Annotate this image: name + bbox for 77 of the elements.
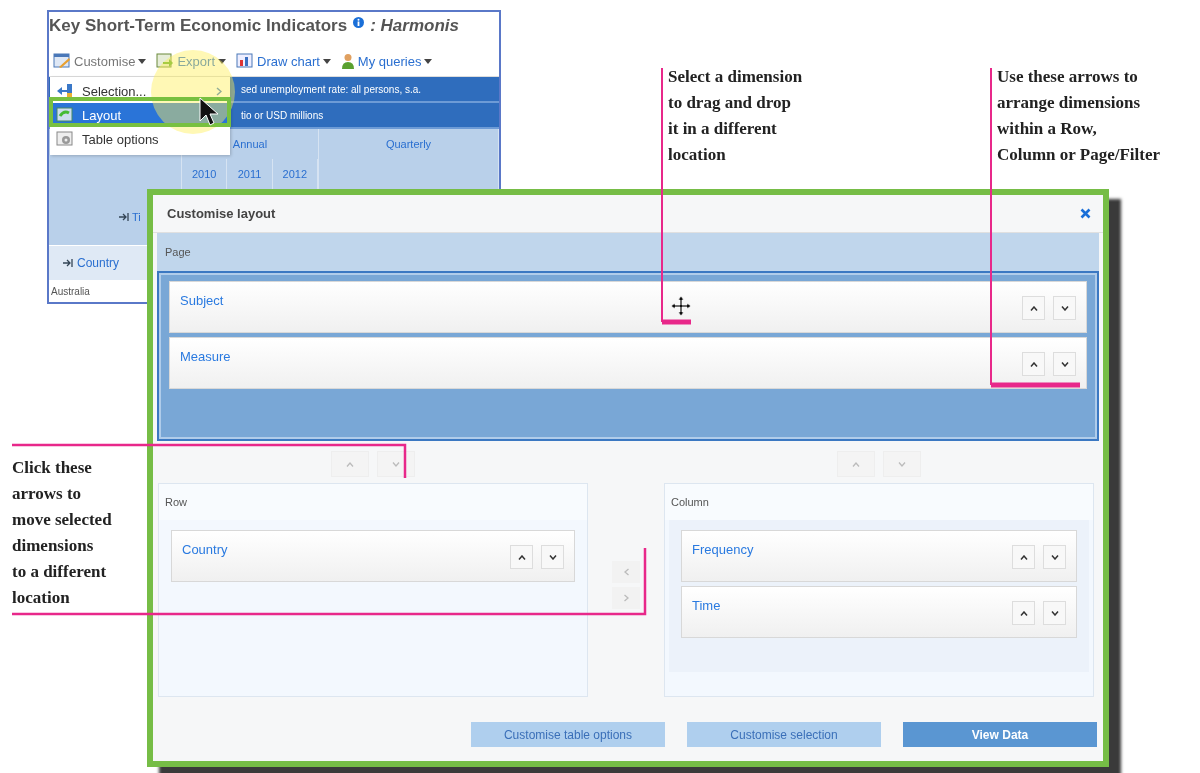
dialog-button[interactable]: Customise table options	[471, 722, 665, 747]
chevron-up-icon	[1029, 361, 1038, 367]
chevron-down-icon	[1050, 610, 1059, 616]
callout-text: Select a dimension to drag and drop it in a different location	[668, 66, 803, 166]
chevron-up-icon	[852, 461, 860, 467]
move-down-button[interactable]	[541, 545, 564, 569]
table-header-text: sed unemployment rate: all persons, s.a.	[241, 83, 422, 95]
move-cursor-icon	[670, 295, 692, 317]
chevron-up-icon	[1019, 554, 1028, 560]
move-down-button[interactable]	[1053, 352, 1076, 376]
chevron-down-icon	[1050, 554, 1059, 560]
toolbar-menu-button[interactable]: My queries	[340, 53, 433, 69]
section-label: Row	[165, 496, 187, 508]
close-icon	[1080, 208, 1091, 219]
chevron-down-icon	[898, 461, 906, 467]
dimension-label[interactable]: Country	[182, 542, 228, 557]
chevron-down-icon	[548, 554, 557, 560]
bar-arrow-icon	[119, 213, 129, 221]
chevron-left-icon	[623, 568, 629, 576]
chevron-up-icon	[346, 461, 354, 467]
dimension-card[interactable]: Subject	[169, 281, 1087, 333]
chevron-right-icon	[216, 86, 222, 96]
move-up-button[interactable]	[1022, 352, 1045, 376]
dimension-label[interactable]: Frequency	[692, 542, 754, 557]
arrows-icon	[56, 83, 74, 99]
chevron-down-icon	[1060, 361, 1069, 367]
column-header: Quarterly	[319, 129, 499, 159]
dimension-label[interactable]: Subject	[180, 293, 224, 308]
table-header-text: tio or USD millions	[241, 109, 324, 121]
chevron-up-icon	[1019, 610, 1028, 616]
callout-text: Use these arrows to arrange dimensions within a Row, Column or Page/Filter	[997, 66, 1161, 166]
caret-icon	[424, 58, 433, 64]
chevron-down-icon	[392, 461, 400, 467]
caret-icon	[218, 58, 226, 64]
dimension-header[interactable]: Country	[77, 256, 120, 270]
caret-icon	[322, 58, 331, 64]
bar-arrow-icon	[63, 259, 73, 267]
dimension-card[interactable]: Measure	[169, 337, 1087, 389]
chevron-down-icon	[1060, 305, 1069, 311]
layout-icon	[56, 107, 74, 123]
dialog-button[interactable]: View Data	[903, 722, 1097, 747]
chevron-right-icon	[623, 594, 629, 602]
move-down-button[interactable]	[1043, 601, 1066, 625]
move-up-button[interactable]	[1012, 601, 1035, 625]
caret-icon	[138, 58, 147, 64]
toolbar-menu-button[interactable]: Customise	[53, 53, 147, 69]
move-up-button[interactable]	[1022, 296, 1045, 320]
dimension-card[interactable]: Time	[681, 586, 1077, 638]
dimension-label[interactable]: Time	[692, 598, 721, 613]
dimension-card[interactable]: Frequency	[681, 530, 1077, 582]
dimension-header[interactable]: Ti	[132, 211, 141, 223]
close-button[interactable]	[1080, 208, 1091, 219]
table-gear-icon	[56, 131, 74, 147]
section-label: Page	[165, 246, 191, 258]
move-down-button[interactable]	[377, 451, 415, 477]
dialog-title: Customise layout	[167, 206, 276, 221]
move-up-button[interactable]	[1012, 545, 1035, 569]
dimension-label[interactable]: Measure	[180, 349, 231, 364]
toolbar-menu-button[interactable]: Export	[156, 53, 226, 69]
section-label: Column	[671, 496, 709, 508]
window-subtitle: : Harmonis	[370, 16, 459, 36]
move-down-button[interactable]	[1043, 545, 1066, 569]
table-pencil-icon	[53, 53, 71, 69]
move-up-button[interactable]	[510, 545, 533, 569]
row-header: Australia	[51, 285, 90, 297]
chevron-up-icon	[517, 554, 526, 560]
callout-text: Click these arrows to move selected dimensions to a different location	[12, 457, 112, 609]
move-down-button[interactable]	[1053, 296, 1076, 320]
dialog-button[interactable]: Customise selection	[687, 722, 881, 747]
info-icon	[353, 17, 365, 28]
person-icon	[340, 53, 355, 69]
dimension-card[interactable]: Country	[171, 530, 575, 582]
toolbar-menu-button[interactable]: Draw chart	[236, 53, 331, 69]
chevron-up-icon	[1029, 305, 1038, 311]
cursor-icon	[199, 97, 219, 127]
chart-icon	[236, 53, 254, 69]
window-title: Key Short-Term Economic Indicators	[49, 16, 348, 36]
